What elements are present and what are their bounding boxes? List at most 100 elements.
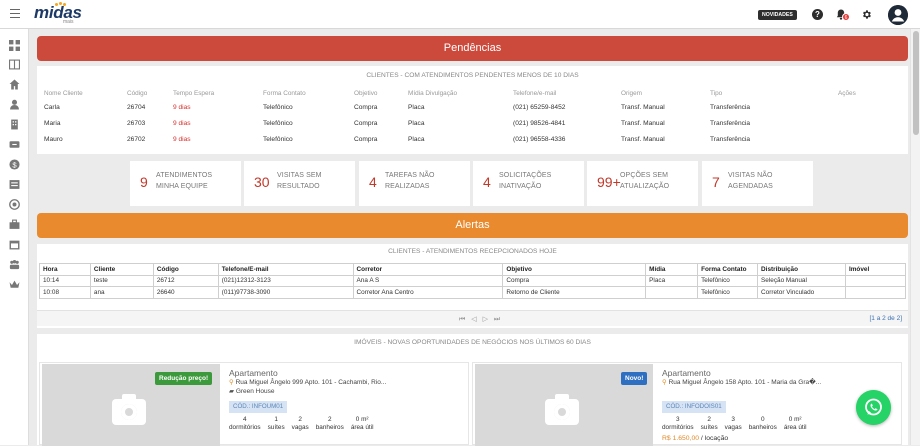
stat-card[interactable]: 7 VISITAS NÃO AGENDADAS	[702, 161, 813, 206]
pendencias-column-header: Telefone/e-mail	[513, 90, 557, 97]
stat-card[interactable]: 9 ATENDIMENTOS MINHA EQUIPE	[130, 161, 241, 206]
property-card[interactable]: Redução preço! Apartamento ⚲ Rua Miguel Ân…	[39, 362, 469, 446]
crown-icon[interactable]	[9, 279, 20, 290]
table-cell: 26704	[127, 104, 146, 111]
table-column-header: Código	[152, 263, 219, 276]
table-cell: (021)12312-3123	[217, 274, 354, 287]
whatsapp-icon[interactable]	[856, 390, 891, 425]
table-row[interactable]: Carla 26704 9 dias Telefônico Compra Placa (02…	[37, 104, 908, 116]
stat-label-line: OPÇÕES SEM	[620, 172, 669, 179]
feature-value: 2	[298, 416, 302, 423]
document-icon[interactable]	[9, 179, 20, 190]
table-column-header: Forma Contato	[697, 263, 759, 276]
table-cell: Transferência	[710, 104, 751, 111]
table-column-header: Cliente	[89, 263, 154, 276]
property-type: Apartamento	[662, 368, 711, 378]
stat-label: SOLICITAÇÕES INATIVAÇÃO	[499, 171, 551, 192]
alertas-table: Hora Cliente Código Telefone/E-mail Corretor…	[39, 263, 907, 299]
stat-label-line: ATUALIZAÇÃO	[620, 182, 670, 190]
home-icon[interactable]	[9, 79, 20, 90]
pagination-count: [1 a 2 de 2]	[869, 315, 902, 322]
property-card[interactable]: Novo! Apartamento ⚲ Rua Miguel Ângelo 158 …	[472, 362, 902, 446]
table-cell: Telefônico	[697, 274, 759, 287]
table-cell: Transf. Manual	[621, 136, 665, 143]
property-tag: Redução preço!	[155, 372, 213, 385]
table-cell: Compra	[354, 136, 378, 143]
pendencias-column-header: Ações	[838, 90, 856, 97]
table-cell: (021) 98526-4841	[513, 120, 566, 127]
building-icon[interactable]	[9, 119, 20, 130]
stat-card[interactable]: 4 TAREFAS NÃO REALIZADAS	[359, 161, 470, 206]
feature-value: 1	[274, 416, 278, 423]
alertas-header-row: Hora Cliente Código Telefone/E-mail Corretor…	[39, 263, 907, 276]
table-row[interactable]: 10:14 teste 26712 (021)12312-3123 Ana A S Com…	[39, 274, 907, 287]
book-icon[interactable]	[9, 59, 20, 70]
table-cell: (011)97738-3090	[217, 286, 354, 299]
feature-value: 3	[731, 416, 735, 423]
property-code: CÓD.: INFOUM01	[229, 401, 288, 413]
pendencias-column-header: Código	[127, 90, 148, 97]
feature-label: banheiros	[315, 423, 344, 431]
avatar[interactable]	[888, 5, 908, 25]
stat-card[interactable]: 99+ OPÇÕES SEM ATUALIZAÇÃO	[587, 161, 698, 206]
menu-icon[interactable]	[10, 9, 20, 19]
table-row[interactable]: Mauro 26702 9 dias Telefônico Compra Placa (02…	[37, 136, 908, 148]
dollar-icon[interactable]: $	[9, 159, 20, 170]
table-row[interactable]: Maria 26703 9 dias Telefônico Compra Placa (02…	[37, 120, 908, 132]
logo[interactable]: midas	[34, 3, 82, 23]
table-cell: 9 dias	[173, 120, 191, 127]
property-feature: 1 suítes	[268, 416, 285, 431]
price-value: R$ 1.650,00	[662, 435, 700, 442]
table-column-header: Mídia	[645, 263, 699, 276]
table-cell: Transf. Manual	[621, 104, 665, 111]
pendencias-column-header: Tempo Espera	[173, 90, 215, 97]
stat-number: 30	[254, 174, 270, 190]
target-icon[interactable]	[9, 199, 20, 210]
scrollbar-thumb[interactable]	[913, 31, 919, 135]
gear-icon[interactable]	[861, 9, 872, 20]
feature-label: vagas	[291, 423, 309, 431]
stat-card[interactable]: 30 VISITAS SEM RESULTADO	[244, 161, 355, 206]
table-cell: (021) 65259-8452	[513, 104, 566, 111]
feature-value: 0 m²	[355, 416, 369, 423]
table-cell: ana	[89, 286, 154, 299]
team-icon[interactable]	[9, 259, 20, 270]
table-cell: Telefônico	[263, 120, 293, 127]
table-cell: Compra	[354, 120, 378, 127]
feature-value: 0 m²	[788, 416, 802, 423]
stat-label-line: VISITAS SEM	[277, 172, 322, 179]
location-pin-icon: ⚲	[662, 379, 669, 386]
stat-label-line: AGENDADAS	[728, 182, 773, 190]
novidades-button[interactable]: NOVIDADES	[758, 10, 797, 20]
handshake-icon[interactable]	[9, 139, 20, 150]
pendencias-column-header: Objetivo	[354, 90, 378, 97]
help-icon[interactable]: ?	[812, 9, 823, 20]
table-cell: 26703	[127, 120, 146, 127]
stat-number: 99+	[597, 174, 621, 190]
table-cell	[844, 286, 907, 299]
table-cell: Corretor Vinculado	[757, 286, 846, 299]
user-icon[interactable]	[9, 99, 20, 110]
calendar-icon[interactable]	[9, 239, 20, 250]
table-cell: Ana A S	[352, 274, 504, 287]
table-cell: Placa	[408, 120, 425, 127]
feature-label: área útil	[350, 423, 374, 431]
building-icon: ▰	[229, 388, 236, 395]
dashboard-icon[interactable]	[9, 40, 20, 51]
camera-icon	[112, 394, 146, 425]
table-cell: 9 dias	[173, 136, 191, 143]
stat-label-line: INATIVAÇÃO	[499, 182, 542, 190]
stat-number: 7	[712, 174, 720, 190]
stat-number: 4	[483, 174, 491, 190]
table-row[interactable]: 10:08 ana 26640 (011)97738-3090 Corretor Ana…	[39, 286, 907, 299]
pagination-controls[interactable]: ⏮ ◁ ▷ ⏭	[459, 315, 502, 324]
stat-card[interactable]: 4 SOLICITAÇÕES INATIVAÇÃO	[473, 161, 584, 206]
scrollbar[interactable]	[910, 29, 920, 445]
table-cell: 26712	[152, 274, 219, 287]
feature-value: 3	[676, 416, 680, 423]
table-cell: Compra	[502, 274, 647, 287]
property-feature: 2 vagas	[292, 416, 309, 431]
table-cell: Placa	[408, 136, 425, 143]
briefcase-icon[interactable]	[9, 219, 20, 230]
table-cell: Seleção Manual	[757, 274, 846, 287]
